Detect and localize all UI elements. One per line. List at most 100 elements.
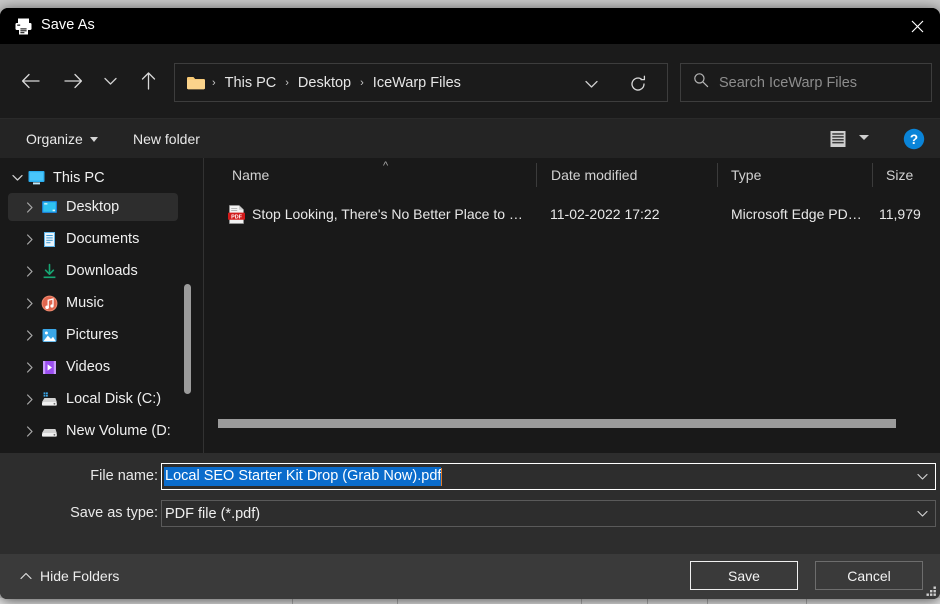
- save-as-type-select[interactable]: PDF file (*.pdf): [161, 500, 936, 527]
- column-header-label: Size: [886, 167, 914, 183]
- column-header-date-modified[interactable]: Date modified: [537, 158, 731, 192]
- file-name-input[interactable]: Local SEO Starter Kit Drop (Grab Now).pd…: [161, 463, 936, 490]
- file-name-label: File name:: [90, 468, 158, 484]
- chevron-down-icon[interactable]: [8, 174, 26, 182]
- sidebar-item-documents[interactable]: Documents: [8, 225, 178, 253]
- close-icon: [911, 20, 923, 32]
- sidebar-vertical-scrollbar[interactable]: [184, 284, 191, 394]
- file-name-cell: Stop Looking, There's No Better Place to…: [252, 206, 523, 222]
- breadcrumb-item-this-pc[interactable]: This PC: [222, 72, 280, 94]
- column-header-size[interactable]: Size: [873, 158, 940, 192]
- save-button[interactable]: Save: [690, 561, 798, 590]
- sidebar-item-label: This PC: [53, 170, 105, 186]
- sidebar-item-new-volume-d[interactable]: New Volume (D:: [8, 417, 178, 445]
- sidebar-item-pictures[interactable]: Pictures: [8, 321, 178, 349]
- save-as-type-label: Save as type:: [70, 505, 158, 521]
- chevron-right-icon[interactable]: [21, 201, 39, 213]
- file-name-dropdown-button[interactable]: [911, 466, 933, 487]
- up-one-level-button[interactable]: [131, 64, 165, 98]
- chevron-down-icon: [584, 80, 598, 88]
- new-folder-button[interactable]: New folder: [125, 126, 208, 152]
- breadcrumb-separator: ›: [285, 76, 289, 89]
- address-dropdown-button[interactable]: [579, 72, 603, 96]
- file-name-value: Local SEO Starter Kit Drop (Grab Now).pd…: [164, 467, 442, 486]
- list-view-icon: [830, 131, 846, 147]
- title-bar: Save As: [0, 8, 940, 44]
- save-as-dialog: Save As › This PC › Desktop › IceWarp Fi…: [0, 8, 940, 599]
- chevron-down-icon: [103, 77, 117, 85]
- search-input[interactable]: [719, 74, 931, 91]
- new-folder-label: New folder: [133, 131, 200, 147]
- sidebar-item-label: Desktop: [66, 199, 120, 215]
- music-icon: [39, 295, 59, 312]
- chevron-down-icon: [916, 510, 928, 517]
- horizontal-scrollbar-thumb[interactable]: [218, 419, 896, 428]
- desktop-icon: [39, 199, 59, 216]
- navigation-bar: › This PC › Desktop › IceWarp Files: [0, 44, 940, 118]
- videos-icon: [39, 359, 59, 376]
- table-row[interactable]: PDF Stop Looking, There's No Better Plac…: [204, 199, 940, 229]
- back-button[interactable]: [13, 64, 47, 98]
- refresh-icon: [631, 75, 646, 91]
- breadcrumb-item-icewarp-files[interactable]: IceWarp Files: [370, 72, 464, 94]
- view-mode-chevron-down-icon[interactable]: [859, 135, 869, 140]
- search-box[interactable]: [680, 63, 932, 102]
- cancel-button-label: Cancel: [847, 567, 891, 584]
- chevron-right-icon[interactable]: [21, 233, 39, 245]
- organize-button[interactable]: Organize: [18, 126, 106, 152]
- sidebar-item-this-pc[interactable]: This PC: [8, 164, 178, 192]
- drive-icon: [39, 423, 59, 440]
- cancel-button[interactable]: Cancel: [815, 561, 923, 590]
- pictures-icon: [39, 327, 59, 344]
- documents-icon: [39, 231, 59, 248]
- sidebar-item-videos[interactable]: Videos: [8, 353, 178, 381]
- chevron-right-icon[interactable]: [21, 265, 39, 277]
- help-button[interactable]: ?: [903, 128, 925, 150]
- view-mode-button[interactable]: [826, 127, 850, 151]
- sidebar-item-label: Pictures: [66, 327, 119, 343]
- breadcrumb-separator: ›: [360, 76, 364, 89]
- hide-folders-label: Hide Folders: [40, 568, 120, 584]
- breadcrumb-separator: ›: [212, 76, 216, 89]
- chevron-down-icon: [916, 473, 928, 480]
- sidebar-item-desktop[interactable]: Desktop: [8, 193, 178, 221]
- sidebar-item-downloads[interactable]: Downloads: [8, 257, 178, 285]
- chevron-right-icon[interactable]: [21, 297, 39, 309]
- browser-content: This PC Desktop Documents Downloads Musi…: [0, 158, 940, 453]
- resize-grip-icon[interactable]: [925, 584, 937, 596]
- sidebar-item-local-disk-c[interactable]: Local Disk (C:): [8, 385, 178, 413]
- window-title: Save As: [41, 17, 95, 33]
- monitor-icon: [26, 170, 46, 187]
- back-arrow-icon: [21, 73, 40, 89]
- recent-locations-button[interactable]: [97, 64, 123, 98]
- file-date-cell: 11-02-2022 17:22: [550, 206, 660, 222]
- folder-icon: [186, 75, 206, 91]
- sidebar-item-label: Local Disk (C:): [66, 391, 162, 407]
- save-as-type-dropdown-button[interactable]: [911, 503, 933, 524]
- chevron-right-icon[interactable]: [21, 393, 39, 405]
- chevron-right-icon[interactable]: [21, 425, 39, 437]
- address-bar[interactable]: › This PC › Desktop › IceWarp Files: [174, 63, 668, 102]
- harddisk-icon: [39, 391, 59, 408]
- sidebar-item-label: New Volume (D:: [66, 423, 171, 439]
- column-header-type[interactable]: Type: [718, 158, 885, 192]
- forward-arrow-icon: [63, 73, 82, 89]
- chevron-down-icon: [89, 136, 98, 142]
- search-icon: [693, 72, 709, 93]
- chevron-up-icon: [20, 570, 32, 582]
- sidebar-item-music[interactable]: Music: [8, 289, 178, 317]
- file-list: Name ^ Date modified Type Size PDF Stop …: [204, 158, 940, 453]
- forward-button[interactable]: [56, 64, 90, 98]
- sidebar-item-label: Documents: [66, 231, 140, 247]
- breadcrumb-item-desktop[interactable]: Desktop: [295, 72, 354, 94]
- hide-folders-button[interactable]: Hide Folders: [14, 565, 125, 587]
- close-button[interactable]: [894, 8, 940, 44]
- sort-ascending-icon: ^: [383, 160, 389, 172]
- pdf-file-icon: PDF: [228, 205, 245, 224]
- save-as-type-value: PDF file (*.pdf): [165, 505, 261, 522]
- chevron-right-icon[interactable]: [21, 361, 39, 373]
- up-arrow-icon: [141, 72, 155, 90]
- refresh-button[interactable]: [625, 71, 651, 97]
- chevron-right-icon[interactable]: [21, 329, 39, 341]
- sidebar-item-label: Downloads: [66, 263, 138, 279]
